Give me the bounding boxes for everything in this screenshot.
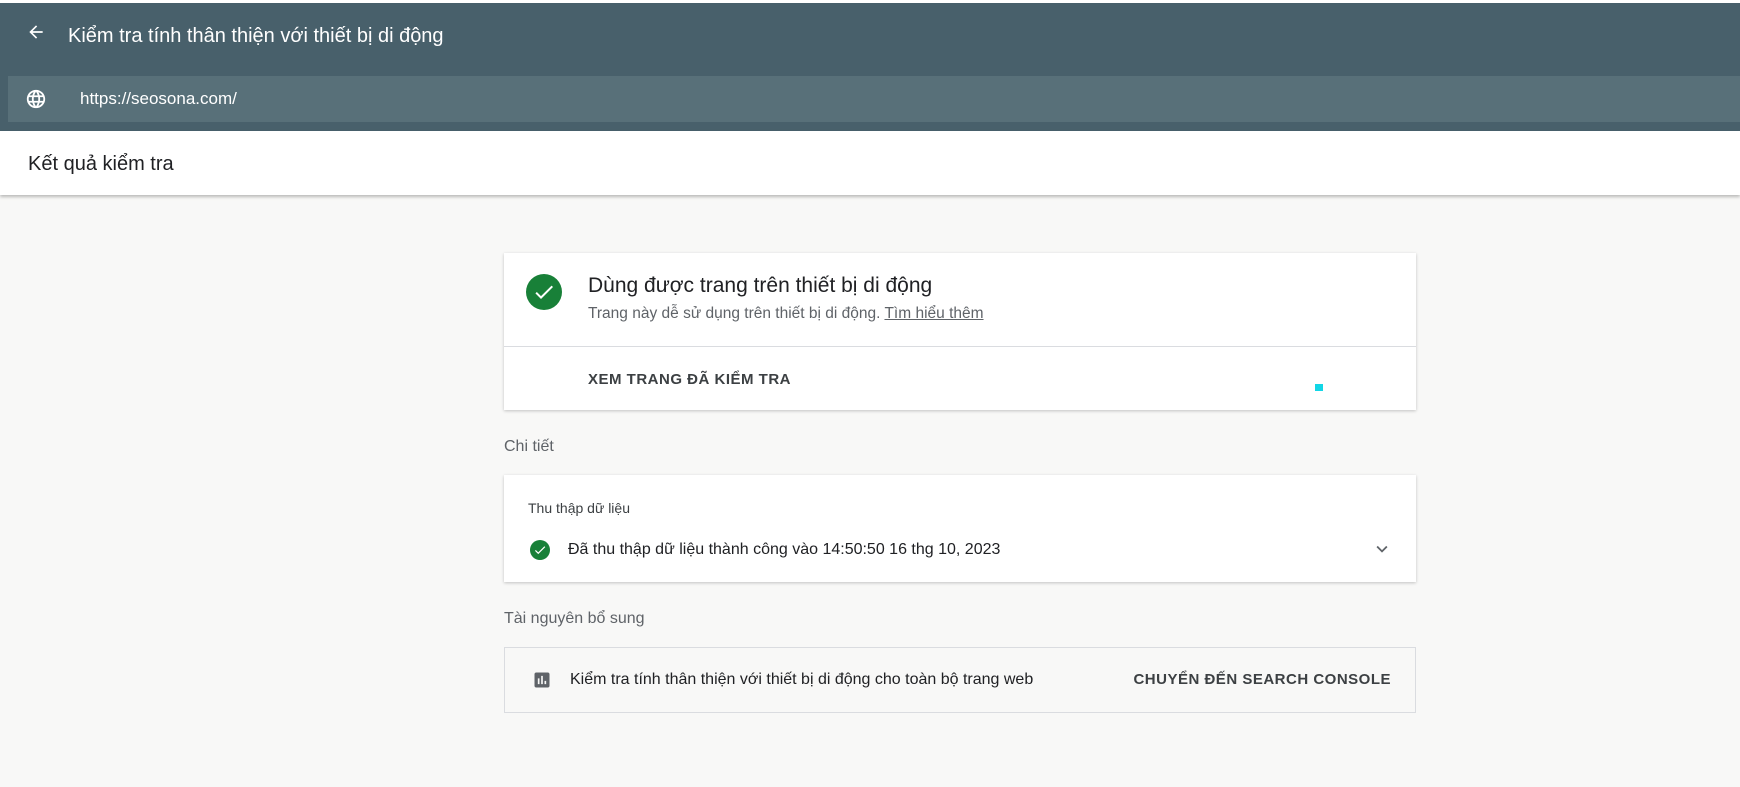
top-app-bar: Kiểm tra tính thân thiện với thiết bị di… xyxy=(0,0,1740,131)
result-title: Dùng được trang trên thiết bị di động xyxy=(588,274,933,297)
view-tested-page-button[interactable]: XEM TRANG ĐÃ KIỂM TRA xyxy=(588,370,791,390)
check-circle-icon xyxy=(530,540,550,560)
resource-text: Kiểm tra tính thân thiện với thiết bị di… xyxy=(570,671,1034,688)
top-edge-strip xyxy=(0,0,1740,3)
details-card[interactable]: Thu thập dữ liệu Đã thu thập dữ liệu thà… xyxy=(504,475,1416,582)
result-description: Trang này dễ sử dụng trên thiết bị di độ… xyxy=(588,303,984,325)
chevron-down-icon xyxy=(1371,538,1393,565)
crawl-label: Thu thập dữ liệu xyxy=(528,500,630,516)
resources-section-label: Tài nguyên bổ sung xyxy=(504,610,645,627)
page-title: Kiểm tra tính thân thiện với thiết bị di… xyxy=(68,25,444,47)
bar-chart-icon xyxy=(532,670,552,690)
crawl-status: Đã thu thập dữ liệu thành công vào 14:50… xyxy=(568,541,1001,558)
url-text: https://seosona.com/ xyxy=(80,89,237,108)
back-button[interactable] xyxy=(20,18,52,50)
url-bar[interactable]: https://seosona.com/ xyxy=(8,76,1740,122)
go-to-search-console-link[interactable]: CHUYỂN ĐẾN SEARCH CONSOLE xyxy=(1133,670,1391,690)
results-header: Kết quả kiểm tra xyxy=(0,131,1740,195)
check-circle-icon xyxy=(526,274,562,310)
resources-card: Kiểm tra tính thân thiện với thiết bị di… xyxy=(504,647,1416,713)
arrow-back-icon xyxy=(26,22,46,47)
cursor-marker xyxy=(1315,384,1323,391)
results-title: Kết quả kiểm tra xyxy=(28,153,174,175)
globe-icon xyxy=(24,87,48,111)
divider xyxy=(504,346,1416,347)
result-description-text: Trang này dễ sử dụng trên thiết bị di độ… xyxy=(588,305,881,322)
expand-button[interactable] xyxy=(1370,539,1394,563)
details-section-label: Chi tiết xyxy=(504,438,554,455)
learn-more-link[interactable]: Tìm hiểu thêm xyxy=(884,305,983,322)
result-card: Dùng được trang trên thiết bị di động Tr… xyxy=(504,253,1416,410)
